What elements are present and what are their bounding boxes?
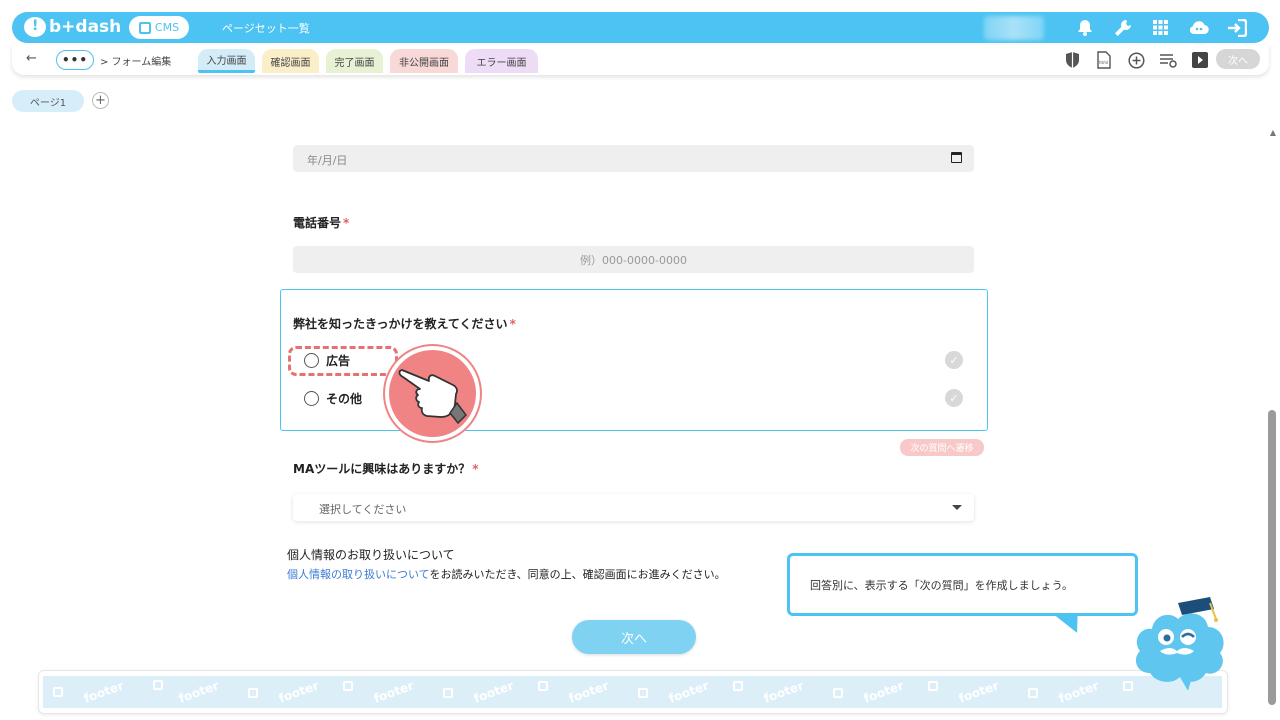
page-tab-1[interactable]: ページ1 <box>12 90 84 112</box>
bell-icon[interactable] <box>1074 17 1095 38</box>
logo-bubble-icon <box>24 17 46 37</box>
footer-watermark: footer <box>666 678 711 706</box>
tab-private-screen[interactable]: 非公開画面 <box>390 49 458 73</box>
image-icon <box>928 681 938 691</box>
next-mini-button[interactable]: 次へ <box>1216 49 1260 69</box>
date-input[interactable]: 年/月/日 <box>293 145 974 172</box>
scroll-up-arrow-icon[interactable]: ▲ <box>1270 128 1276 137</box>
cms-button[interactable]: CMS <box>129 16 189 39</box>
footer-watermark: footer <box>566 678 611 706</box>
date-placeholder: 年/月/日 <box>307 154 348 167</box>
privacy-notice: 個人情報の取り扱いについてをお読みいただき、同意の上、確認画面にお進みください。 <box>287 566 726 582</box>
breadcrumb: > フォーム編集 <box>100 57 172 68</box>
tip-text: 回答別に、表示する「次の質問」を作成しましょう。 <box>810 579 1074 592</box>
footer-watermark: footer <box>1056 678 1101 706</box>
ma-tool-select[interactable]: 選択してください <box>293 494 974 521</box>
play-icon[interactable] <box>1191 51 1209 69</box>
ma-tool-label-text: MAツールに興味はありますか？ <box>293 462 471 476</box>
image-icon <box>343 681 353 691</box>
brand-name: b+dash <box>49 17 122 37</box>
next-question-transition-badge[interactable]: 次の質問へ遷移 <box>900 439 984 456</box>
image-icon <box>248 688 258 698</box>
phone-placeholder: 例）000-0000-0000 <box>580 253 687 267</box>
logout-icon[interactable] <box>1226 17 1247 38</box>
html-file-icon[interactable]: html <box>1095 51 1113 69</box>
tab-input-screen[interactable]: 入力画面 <box>198 49 255 73</box>
mascot-cloud-character <box>1135 597 1224 690</box>
footer-watermark: footer <box>276 678 321 706</box>
caret-down-icon <box>952 505 962 510</box>
footer-watermark: footer <box>861 678 906 706</box>
image-icon <box>733 681 743 691</box>
ma-tool-label: MAツールに興味はありますか？ * <box>293 460 479 477</box>
phone-label-text: 電話番号 <box>293 216 342 230</box>
privacy-title: 個人情報のお取り扱いについて <box>287 548 455 562</box>
tab-complete-screen[interactable]: 完了画面 <box>326 49 383 73</box>
footer-watermark: footer <box>761 678 806 706</box>
image-icon <box>443 688 453 698</box>
required-mark: * <box>509 317 516 331</box>
tip-speech-bubble: 回答別に、表示する「次の質問」を作成しましょう。 <box>787 553 1138 616</box>
brand-logo[interactable]: b+dash <box>24 17 121 37</box>
privacy-policy-link[interactable]: 個人情報の取り扱いについて <box>287 568 429 581</box>
tab-confirm-screen[interactable]: 確認画面 <box>262 49 319 73</box>
highlight-dashed-box <box>288 346 398 376</box>
plus-circle-icon[interactable] <box>1127 51 1145 69</box>
check-circle-icon[interactable]: ✓ <box>945 389 963 407</box>
image-icon <box>153 680 163 690</box>
footer-watermark: footer <box>176 678 221 706</box>
svg-text:html: html <box>1099 60 1108 65</box>
image-icon <box>638 688 648 698</box>
image-icon <box>538 681 548 691</box>
footer-placeholder[interactable]: footer footer footer footer footer foote… <box>43 676 1222 708</box>
radio-option-other[interactable]: その他 <box>304 390 362 407</box>
vertical-scrollbar[interactable] <box>1268 410 1276 705</box>
grid-icon[interactable] <box>1150 17 1171 38</box>
cloud-chat-icon[interactable] <box>1188 17 1209 38</box>
next-button[interactable]: 次へ <box>572 620 696 654</box>
calendar-icon[interactable] <box>951 152 962 163</box>
privacy-text: をお読みいただき、同意の上、確認画面にお進みください。 <box>429 568 726 581</box>
pointing-hand-icon <box>398 369 467 425</box>
footer-watermark: footer <box>471 678 516 706</box>
question-label-text: 弊社を知ったきっかけを教えてください <box>293 317 508 331</box>
select-placeholder: 選択してください <box>319 503 407 516</box>
option-label: その他 <box>326 392 363 406</box>
tab-error-screen[interactable]: エラー画面 <box>465 49 538 73</box>
phone-label: 電話番号 * <box>293 214 349 231</box>
footer-watermark: footer <box>81 678 126 706</box>
wrench-icon[interactable] <box>1112 17 1133 38</box>
question-label: 弊社を知ったきっかけを教えてください * <box>293 315 516 332</box>
footer-watermark: footer <box>371 678 416 706</box>
editor-toolbar: ← ••• > フォーム編集 入力画面 確認画面 完了画面 非公開画面 エラー画… <box>12 45 1269 75</box>
list-settings-icon[interactable] <box>1159 51 1177 69</box>
image-icon <box>1028 688 1038 698</box>
cms-label: CMS <box>154 21 180 34</box>
top-navigation-bar: b+dash CMS ページセット一覧 <box>12 12 1269 43</box>
pageset-list-link[interactable]: ページセット一覧 <box>222 20 310 36</box>
add-page-button[interactable]: + <box>92 92 109 109</box>
required-mark: * <box>343 216 350 230</box>
footer-watermark: footer <box>956 678 1001 706</box>
required-mark: * <box>472 462 479 476</box>
user-info-blurred[interactable] <box>984 16 1044 40</box>
radio-button[interactable] <box>304 391 319 406</box>
back-arrow-icon[interactable]: ← <box>26 51 37 66</box>
image-icon <box>833 688 843 698</box>
check-circle-icon[interactable]: ✓ <box>945 351 963 369</box>
shield-icon[interactable] <box>1063 51 1081 69</box>
more-breadcrumb-button[interactable]: ••• <box>56 50 94 70</box>
image-icon <box>53 687 63 697</box>
edit-icon <box>138 21 151 34</box>
phone-input[interactable]: 例）000-0000-0000 <box>293 246 974 273</box>
